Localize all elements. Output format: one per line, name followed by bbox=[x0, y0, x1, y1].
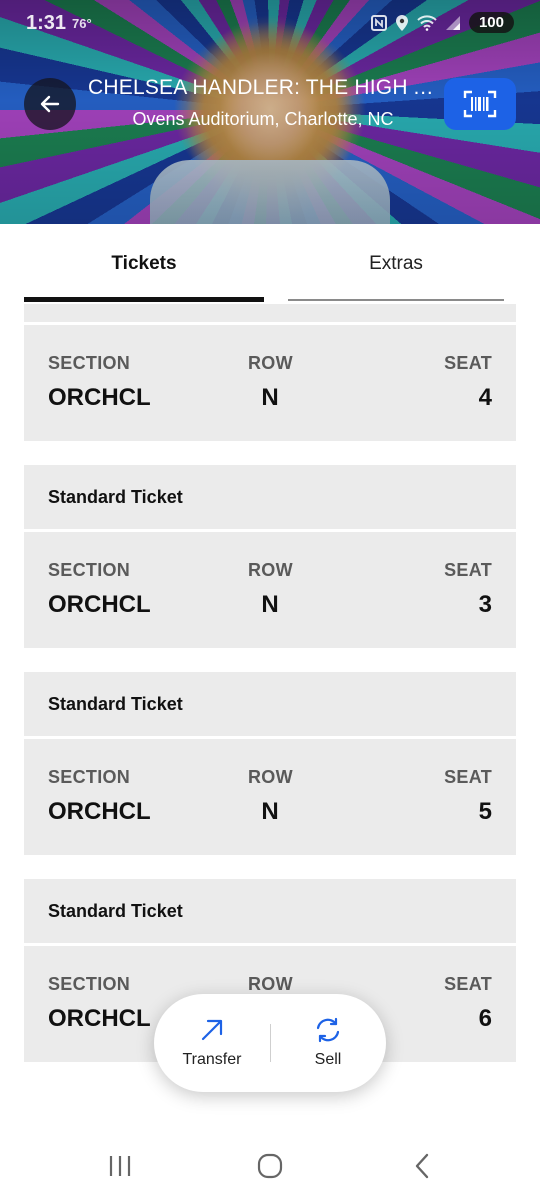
section-label: SECTION bbox=[48, 353, 131, 373]
row-column: ROW N bbox=[248, 560, 293, 619]
tab-extras-label: Extras bbox=[369, 253, 423, 274]
nfc-icon bbox=[370, 14, 387, 31]
section-value: ORCHCL bbox=[48, 798, 151, 825]
ticket-actions-pill: Transfer Sell bbox=[154, 994, 386, 1092]
transfer-button[interactable]: Transfer bbox=[154, 994, 270, 1092]
status-icons: 100 bbox=[370, 12, 514, 33]
recent-apps-button[interactable] bbox=[100, 1148, 140, 1184]
row-label: ROW bbox=[248, 353, 293, 373]
recent-apps-icon bbox=[109, 1156, 131, 1176]
row-value: N bbox=[261, 798, 279, 825]
tab-extras-underline bbox=[288, 299, 504, 301]
back-button[interactable] bbox=[24, 78, 76, 130]
tab-extras[interactable]: Extras bbox=[288, 224, 504, 304]
sell-button[interactable]: Sell bbox=[270, 994, 386, 1092]
home-button[interactable] bbox=[250, 1148, 290, 1184]
refresh-icon bbox=[316, 1017, 340, 1043]
row-value: N bbox=[261, 591, 279, 618]
arrow-left-icon bbox=[40, 95, 60, 113]
transfer-label: Transfer bbox=[182, 1051, 242, 1068]
section-column: SECTION ORCHCL bbox=[48, 767, 151, 826]
signal-icon bbox=[445, 15, 460, 30]
status-time: 1:31 bbox=[26, 12, 67, 34]
barcode-scan-button[interactable] bbox=[444, 78, 516, 130]
row-label: ROW bbox=[248, 767, 293, 787]
seat-value: 5 bbox=[478, 798, 492, 825]
seat-column: SEAT 4 bbox=[444, 353, 492, 412]
ticket-list[interactable]: SECTION ORCHCL ROW N SEAT 4 Standard Tic… bbox=[24, 304, 516, 1084]
seat-value: 3 bbox=[478, 591, 492, 618]
seat-column: SEAT 3 bbox=[444, 560, 492, 619]
seat-value: 6 bbox=[478, 1005, 492, 1032]
seat-column: SEAT 5 bbox=[444, 767, 492, 826]
row-column: ROW N bbox=[248, 767, 293, 826]
section-column: SECTION ORCHCL bbox=[48, 560, 151, 619]
tab-tickets[interactable]: Tickets bbox=[24, 224, 264, 304]
row-value: N bbox=[261, 384, 279, 411]
seat-label: SEAT bbox=[444, 767, 492, 787]
ticket-card[interactable]: Standard Ticket SECTION ORCHCL ROW N SEA… bbox=[24, 465, 516, 648]
row-label: ROW bbox=[248, 974, 293, 994]
battery-indicator: 100 bbox=[468, 12, 514, 33]
tab-tickets-label: Tickets bbox=[111, 253, 177, 274]
ticket-card[interactable]: SECTION ORCHCL ROW N SEAT 4 bbox=[24, 325, 516, 441]
seat-column: SEAT 6 bbox=[444, 974, 492, 1033]
wifi-icon bbox=[417, 14, 437, 31]
event-venue: Ovens Auditorium, Charlotte, NC bbox=[132, 109, 394, 129]
section-value: ORCHCL bbox=[48, 591, 151, 618]
seat-label: SEAT bbox=[444, 560, 492, 580]
ticket-seat-info: SECTION ORCHCL ROW N SEAT 5 bbox=[24, 739, 516, 855]
ticket-type: Standard Ticket bbox=[24, 465, 516, 529]
section-label: SECTION bbox=[48, 560, 131, 580]
status-temperature: 76° bbox=[72, 16, 92, 31]
section-label: SECTION bbox=[48, 974, 131, 994]
system-nav-bar bbox=[0, 1130, 540, 1200]
status-bar: 1:31 76° 100 bbox=[0, 0, 540, 50]
seat-value: 4 bbox=[478, 384, 492, 411]
seat-label: SEAT bbox=[444, 353, 492, 373]
back-icon bbox=[415, 1153, 429, 1179]
tab-tickets-indicator bbox=[24, 297, 264, 302]
ticket-seat-info: SECTION ORCHCL ROW N SEAT 4 bbox=[24, 325, 516, 441]
section-label: SECTION bbox=[48, 767, 131, 787]
location-icon bbox=[395, 14, 408, 31]
section-column: SECTION ORCHCL bbox=[48, 353, 151, 412]
row-label: ROW bbox=[248, 560, 293, 580]
section-column: SECTION ORCHCL bbox=[48, 974, 151, 1033]
barcode-scan-icon bbox=[463, 90, 497, 118]
ticket-card[interactable]: Standard Ticket SECTION ORCHCL ROW N SEA… bbox=[24, 672, 516, 855]
ticket-header-stub bbox=[24, 304, 516, 322]
ticket-seat-info: SECTION ORCHCL ROW N SEAT 3 bbox=[24, 532, 516, 648]
ticket-tabs: Tickets Extras bbox=[24, 224, 504, 304]
section-value: ORCHCL bbox=[48, 1005, 151, 1032]
seat-label: SEAT bbox=[444, 974, 492, 994]
ticket-type: Standard Ticket bbox=[24, 879, 516, 943]
event-title: CHELSEA HANDLER: THE HIGH A... bbox=[88, 76, 438, 99]
sell-label: Sell bbox=[314, 1051, 342, 1068]
row-column: ROW N bbox=[248, 353, 293, 412]
home-icon bbox=[257, 1153, 283, 1179]
arrow-up-right-icon bbox=[201, 1019, 223, 1041]
section-value: ORCHCL bbox=[48, 384, 151, 411]
system-back-button[interactable] bbox=[402, 1148, 442, 1184]
ticket-type: Standard Ticket bbox=[24, 672, 516, 736]
